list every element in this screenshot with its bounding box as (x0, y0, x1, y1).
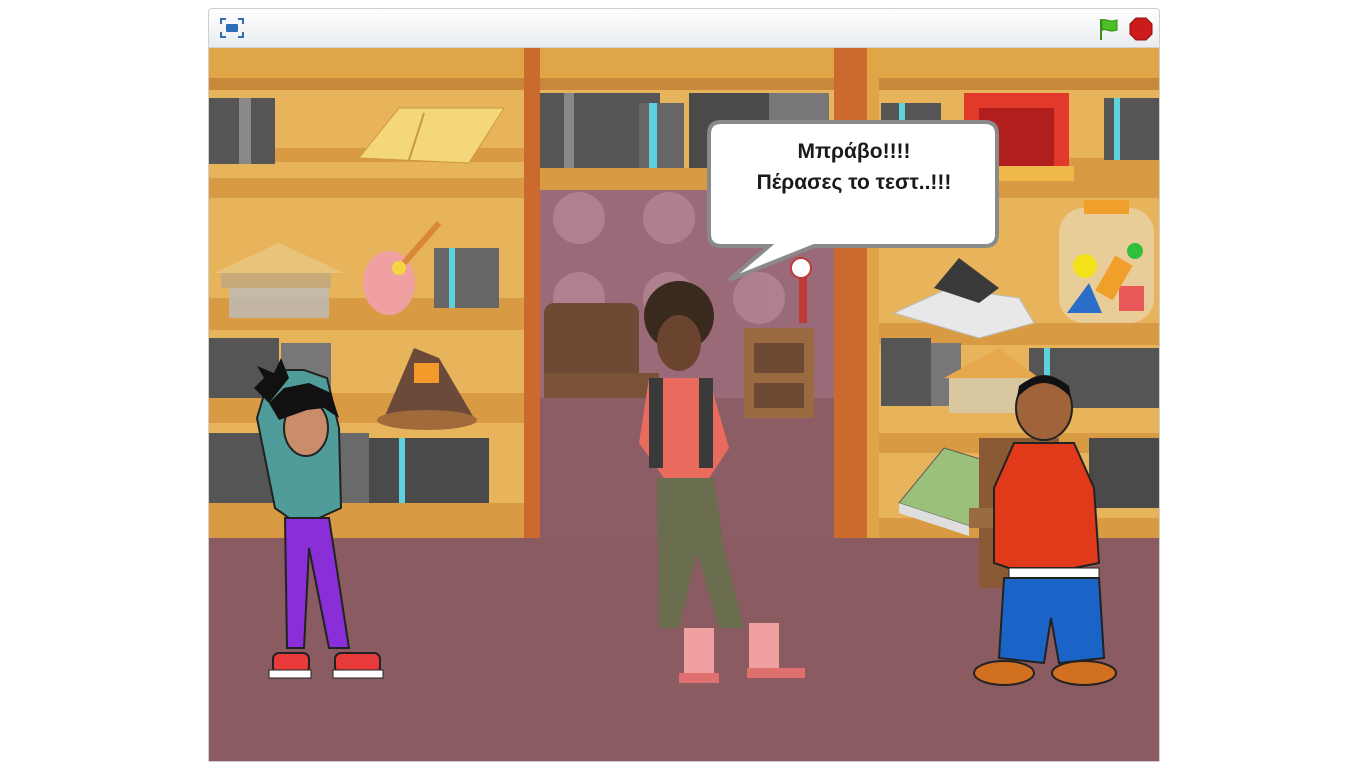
stage-canvas[interactable]: Μπράβο!!!! Πέρασες το τεστ..!!! (209, 48, 1159, 761)
fullscreen-button[interactable] (219, 17, 245, 39)
stop-icon (1129, 17, 1153, 41)
speech-bubble-text: Μπράβο!!!! Πέρασες το τεστ..!!! (709, 136, 999, 198)
library-backdrop (209, 48, 1159, 761)
stop-button[interactable] (1129, 17, 1153, 41)
stage-player: Μπράβο!!!! Πέρασες το τεστ..!!! (208, 8, 1160, 762)
speech-bubble-line-2: Πέρασες το τεστ..!!! (756, 171, 952, 194)
fullscreen-icon (220, 18, 244, 38)
speech-bubble-line-1: Μπράβο!!!! (797, 140, 911, 163)
green-flag-icon (1100, 19, 1118, 40)
green-flag-button[interactable] (1097, 17, 1121, 41)
stage-toolbar (209, 9, 1159, 48)
